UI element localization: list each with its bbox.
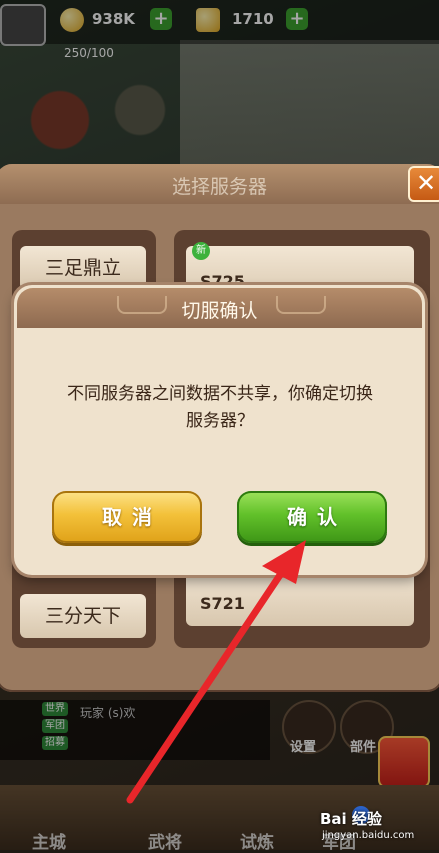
server-panel-header: 选择服务器 xyxy=(0,164,439,204)
zone-item[interactable]: 三分天下 xyxy=(20,594,146,638)
watermark-url: jingyan.baidu.com xyxy=(322,830,415,841)
dialog-title: 切服确认 xyxy=(181,300,258,322)
dialog-message: 不同服务器之间数据不共享，你确定切换服务器？ xyxy=(67,384,373,431)
server-panel-title: 选择服务器 xyxy=(171,176,267,198)
server-item[interactable]: S721 xyxy=(186,568,414,626)
server-name: S721 xyxy=(200,594,245,613)
cancel-button[interactable]: 取消 xyxy=(52,491,202,543)
watermark-brand: Bai 经验 xyxy=(320,810,382,828)
dialog-header: 切服确认 xyxy=(17,288,422,328)
new-badge: 新 xyxy=(192,242,210,260)
confirm-button[interactable]: 确认 xyxy=(237,491,387,543)
close-icon[interactable]: ✕ xyxy=(408,166,439,202)
zone-item[interactable]: 三足鼎立 xyxy=(20,246,146,290)
